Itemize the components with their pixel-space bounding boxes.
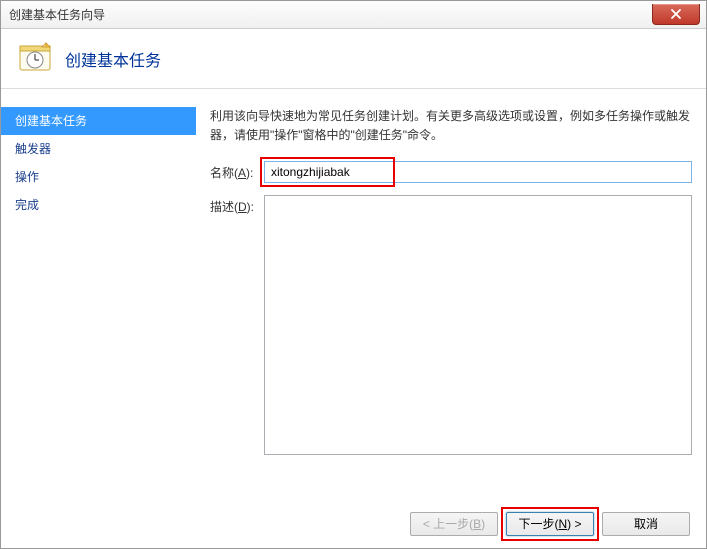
schedule-icon [19,41,51,76]
name-row: 名称(A): [210,161,692,183]
back-button: < 上一步(B) [410,512,498,536]
name-label: 名称(A): [210,161,264,181]
close-button[interactable] [652,4,700,25]
titlebar: 创建基本任务向导 [1,1,706,29]
next-button-wrapper: 下一步(N) > [506,512,594,536]
sidebar-item-label: 完成 [15,198,39,212]
description-text: 利用该向导快速地为常见任务创建计划。有关更多高级选项或设置，例如多任务操作或触发… [210,107,692,145]
next-button[interactable]: 下一步(N) > [506,512,594,536]
sidebar-item-finish[interactable]: 完成 [1,191,196,219]
wizard-body: 创建基本任务 触发器 操作 完成 利用该向导快速地为常见任务创建计划。有关更多高… [1,89,706,499]
description-input-wrapper [264,195,692,458]
cancel-button[interactable]: 取消 [602,512,690,536]
description-label: 描述(D): [210,195,264,215]
sidebar-item-label: 操作 [15,170,39,184]
sidebar-item-label: 触发器 [15,142,51,156]
sidebar: 创建基本任务 触发器 操作 完成 [1,89,196,499]
sidebar-item-create-basic-task[interactable]: 创建基本任务 [1,107,196,135]
close-icon [671,9,681,19]
content-panel: 利用该向导快速地为常见任务创建计划。有关更多高级选项或设置，例如多任务操作或触发… [196,89,706,499]
footer: < 上一步(B) 下一步(N) > 取消 [1,499,706,548]
description-row: 描述(D): [210,195,692,458]
name-input-wrapper [264,161,692,183]
description-input[interactable] [264,195,692,455]
sidebar-item-action[interactable]: 操作 [1,163,196,191]
wizard-header: 创建基本任务 [1,29,706,89]
sidebar-item-label: 创建基本任务 [15,114,87,128]
page-title: 创建基本任务 [65,47,161,71]
sidebar-item-trigger[interactable]: 触发器 [1,135,196,163]
window-title: 创建基本任务向导 [9,6,105,23]
name-input[interactable] [264,161,692,183]
